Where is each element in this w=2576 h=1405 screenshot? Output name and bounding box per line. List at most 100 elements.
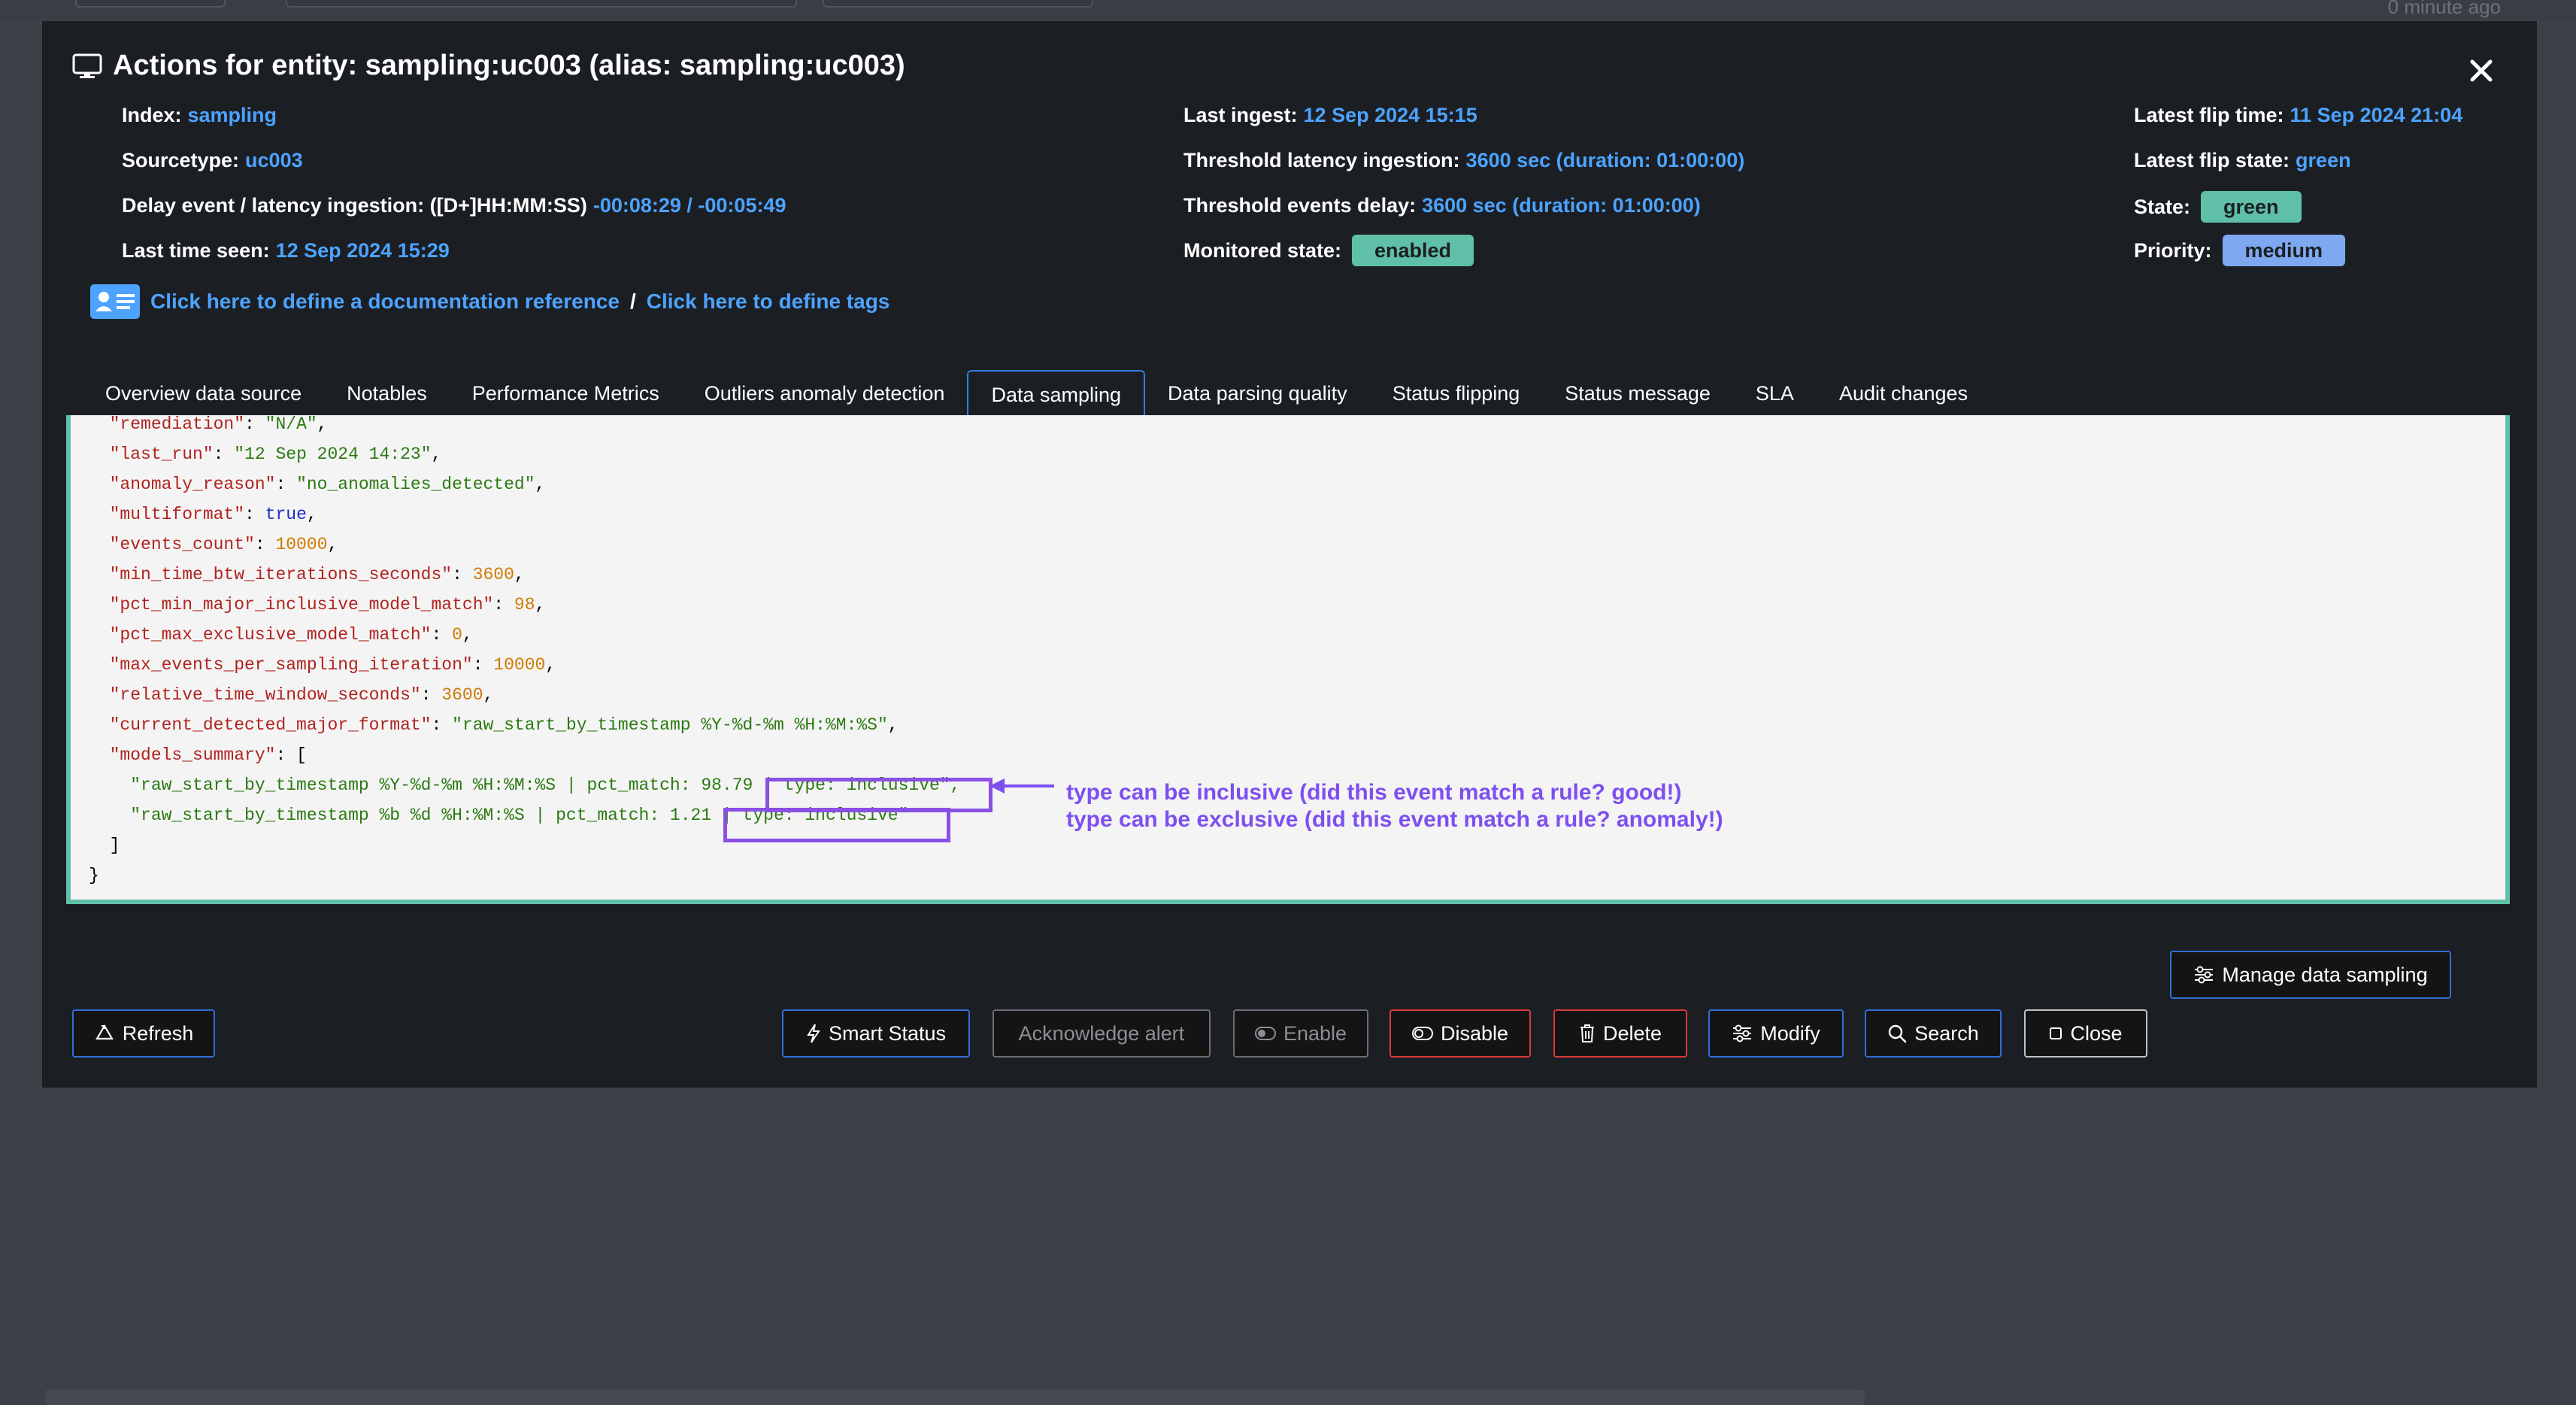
tab-audit-changes[interactable]: Audit changes xyxy=(1817,370,1990,417)
refresh-button[interactable]: Refresh xyxy=(72,1009,215,1058)
define-tags-link[interactable]: Click here to define tags xyxy=(647,290,890,314)
background-time-note: 0 minute ago xyxy=(2387,0,2501,18)
priority-label: Priority: xyxy=(2134,238,2212,262)
json-key: "remediation" xyxy=(109,415,245,434)
close-label: Close xyxy=(2070,1021,2123,1045)
recycle-icon xyxy=(94,1024,115,1043)
json-value: 10000 xyxy=(275,535,328,554)
modify-button[interactable]: Modify xyxy=(1708,1009,1844,1058)
state-info: State: green xyxy=(2134,191,2302,223)
background-toolbar: 0 minute ago xyxy=(0,0,2576,20)
search-icon xyxy=(1887,1024,1907,1043)
tab-data-sampling[interactable]: Data sampling xyxy=(967,370,1146,417)
search-label: Search xyxy=(1914,1021,1979,1045)
threshold-latency-value: 3600 sec (duration: 01:00:00) xyxy=(1465,149,1745,171)
threshold-latency-info: Threshold latency ingestion: 3600 sec (d… xyxy=(1183,149,1744,172)
json-key: "anomaly_reason" xyxy=(109,475,276,494)
json-value: "raw_start_by_timestamp %Y-%d-%m %H:%M:%… xyxy=(452,715,888,735)
arrow-left-icon xyxy=(988,776,1056,796)
delete-label: Delete xyxy=(1602,1021,1662,1045)
json-key: "current_detected_major_format" xyxy=(109,715,432,735)
tab-notables[interactable]: Notables xyxy=(324,370,450,417)
delay-label: Delay event / latency ingestion: ([D+]HH… xyxy=(122,194,587,217)
index-value: sampling xyxy=(187,104,277,126)
tab-sla[interactable]: SLA xyxy=(1733,370,1817,417)
json-value: 0 xyxy=(452,625,462,645)
json-bracket: ] xyxy=(109,836,120,855)
json-brace: } xyxy=(89,866,99,885)
background-tab xyxy=(286,0,797,8)
json-value: "no_anomalies_detected" xyxy=(296,475,535,494)
threshold-delay-label: Threshold events delay: xyxy=(1183,194,1417,217)
json-key: "last_run" xyxy=(109,445,214,464)
close-button[interactable]: Close xyxy=(2024,1009,2147,1058)
tab-status-message[interactable]: Status message xyxy=(1542,370,1733,417)
json-key: "models_summary" xyxy=(109,745,276,765)
json-key: "min_time_btw_iterations_seconds" xyxy=(109,565,453,584)
latest-flip-time-info: Latest flip time: 11 Sep 2024 21:04 xyxy=(2134,104,2462,127)
data-sampling-json-panel[interactable]: "remediation": "N/A", "last_run": "12 Se… xyxy=(66,415,2510,904)
latest-flip-state-label: Latest flip state: xyxy=(2134,149,2290,171)
search-button[interactable]: Search xyxy=(1865,1009,2002,1058)
sliders-icon xyxy=(2193,966,2214,984)
json-value: 10000 xyxy=(493,655,546,675)
acknowledge-alert-button[interactable]: Acknowledge alert xyxy=(993,1009,1211,1058)
tab-bar: Overview data source Notables Performanc… xyxy=(83,369,1990,417)
background-tab xyxy=(75,0,226,8)
json-value: "12 Sep 2024 14:23" xyxy=(234,445,432,464)
close-icon[interactable] xyxy=(2466,56,2496,86)
entity-actions-modal: Actions for entity: sampling:uc003 (alia… xyxy=(42,21,2537,1088)
id-card-icon[interactable] xyxy=(90,284,140,319)
documentation-reference-link[interactable]: Click here to define a documentation ref… xyxy=(150,290,620,314)
last-ingest-value: 12 Sep 2024 15:15 xyxy=(1303,104,1477,126)
json-value: 3600 xyxy=(472,565,514,584)
last-ingest-label: Last ingest: xyxy=(1183,104,1298,126)
delay-info: Delay event / latency ingestion: ([D+]HH… xyxy=(122,194,786,217)
enable-label: Enable xyxy=(1283,1021,1347,1045)
background-tab xyxy=(823,0,1093,8)
priority-badge[interactable]: medium xyxy=(2222,235,2346,266)
sourcetype-info: Sourcetype: uc003 xyxy=(122,149,303,172)
annotation-line: type can be exclusive (did this event ma… xyxy=(1066,807,1723,832)
latest-flip-time-value: 11 Sep 2024 21:04 xyxy=(2290,104,2463,126)
manage-data-sampling-button[interactable]: Manage data sampling xyxy=(2170,951,2451,999)
tab-overview-data-source[interactable]: Overview data source xyxy=(83,370,324,417)
delete-button[interactable]: Delete xyxy=(1553,1009,1687,1058)
tab-data-parsing-quality[interactable]: Data parsing quality xyxy=(1145,370,1370,417)
annotation-text: type can be inclusive (did this event ma… xyxy=(1066,779,1723,833)
smart-status-button[interactable]: Smart Status xyxy=(782,1009,970,1058)
enable-button[interactable]: Enable xyxy=(1233,1009,1368,1058)
threshold-latency-label: Threshold latency ingestion: xyxy=(1183,149,1460,171)
background-scrollbar xyxy=(45,1390,1865,1405)
monitored-state-label: Monitored state: xyxy=(1183,238,1342,262)
tab-outliers-anomaly-detection[interactable]: Outliers anomaly detection xyxy=(682,370,968,417)
tab-performance-metrics[interactable]: Performance Metrics xyxy=(450,370,682,417)
state-badge: green xyxy=(2201,191,2302,223)
square-icon xyxy=(2049,1027,2062,1040)
json-key: "pct_min_major_inclusive_model_match" xyxy=(109,595,494,614)
disable-button[interactable]: Disable xyxy=(1390,1009,1531,1058)
threshold-delay-value: 3600 sec (duration: 01:00:00) xyxy=(1422,194,1701,217)
modify-label: Modify xyxy=(1760,1021,1820,1045)
json-value: true xyxy=(265,505,307,524)
manage-data-sampling-label: Manage data sampling xyxy=(2222,963,2428,986)
link-separator: / xyxy=(629,290,636,313)
highlight-box-inclusive-2 xyxy=(723,808,950,842)
delay-value: -00:08:29 / -00:05:49 xyxy=(592,194,786,217)
index-label: Index: xyxy=(122,104,182,126)
monitored-state-info: Monitored state: enabled xyxy=(1183,235,1474,266)
json-value: 3600 xyxy=(441,685,483,705)
latest-flip-state-info: Latest flip state: green xyxy=(2134,149,2351,172)
json-key: "multiformat" xyxy=(109,505,245,524)
latest-flip-state-value: green xyxy=(2296,149,2351,171)
refresh-label: Refresh xyxy=(122,1021,194,1045)
monitored-state-badge[interactable]: enabled xyxy=(1352,235,1474,266)
modal-header: Actions for entity: sampling:uc003 (alia… xyxy=(72,50,905,82)
sourcetype-value: uc003 xyxy=(245,149,303,171)
acknowledge-alert-label: Acknowledge alert xyxy=(1018,1021,1185,1045)
latest-flip-time-label: Latest flip time: xyxy=(2134,104,2284,126)
json-key: "relative_time_window_seconds" xyxy=(109,685,421,705)
documentation-row: Click here to define a documentation ref… xyxy=(90,284,889,319)
tab-status-flipping[interactable]: Status flipping xyxy=(1370,370,1543,417)
toggle-off-icon xyxy=(1411,1027,1433,1040)
